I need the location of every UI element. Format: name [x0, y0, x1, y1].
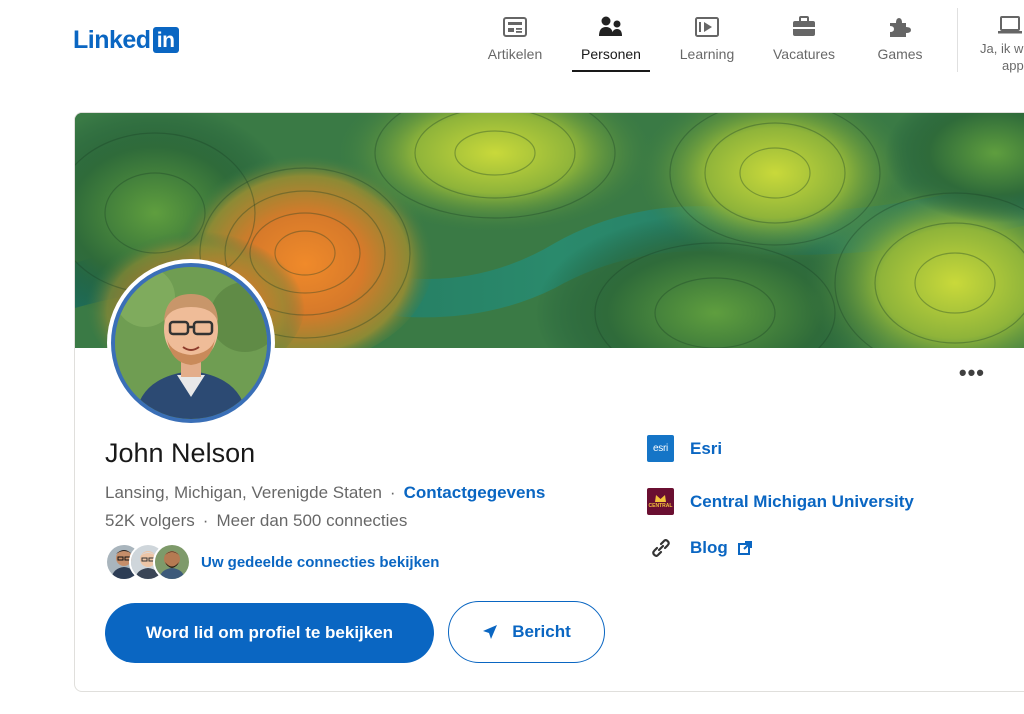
nav-app-line2: app: [1002, 58, 1024, 73]
nav-divider: [957, 8, 958, 72]
nav-label: Learning: [679, 46, 735, 62]
blog-link[interactable]: Blog: [647, 537, 752, 559]
laptop-icon: [970, 14, 1024, 40]
blog-label: Blog: [690, 538, 728, 557]
mutual-avatar: [153, 543, 191, 581]
cmu-crest-icon: [655, 495, 666, 502]
nav-label: Personen: [581, 46, 641, 62]
current-company[interactable]: esri Esri: [647, 435, 722, 462]
chain-link-icon: [647, 537, 674, 559]
mutual-avatars: [105, 543, 193, 581]
people-icon: [598, 14, 624, 40]
more-options-button[interactable]: •••: [959, 362, 985, 384]
nav-label: Games: [877, 46, 923, 62]
school-name: Central Michigan University: [690, 491, 914, 511]
puzzle-icon: [887, 14, 913, 40]
nav-get-app[interactable]: Ja, ik w app: [970, 8, 1024, 73]
stats-line: 52K volgers · Meer dan 500 connecties: [105, 511, 407, 531]
esri-logo-icon: esri: [647, 435, 674, 462]
nav-jobs[interactable]: Vacatures: [771, 8, 837, 72]
message-button[interactable]: Bericht: [448, 601, 605, 663]
nav-learning[interactable]: Learning: [677, 8, 737, 72]
external-link-icon: [737, 541, 752, 555]
cmu-logo-text: CENTRAL: [648, 503, 673, 509]
location-text: Lansing, Michigan, Verenigde Staten: [105, 483, 382, 502]
profile-card: ••• John Nelson Lansing, Michigan, Veren…: [74, 112, 1024, 692]
linkedin-logo[interactable]: Linked in: [73, 24, 179, 56]
nav-app-line1: Ja, ik w: [980, 41, 1024, 56]
nav-games[interactable]: Games: [875, 8, 925, 72]
mutual-connections[interactable]: Uw gedeelde connecties bekijken: [105, 543, 439, 581]
profile-name: John Nelson: [105, 438, 256, 468]
message-button-label: Bericht: [512, 622, 571, 641]
nav-label: Artikelen: [487, 46, 543, 62]
connections-count: Meer dan 500 connecties: [216, 511, 408, 530]
nav-articles[interactable]: Artikelen: [484, 8, 546, 72]
followers-count: 52K volgers: [105, 511, 195, 530]
nav-label: Vacatures: [773, 46, 835, 62]
separator-dot: ·: [202, 511, 209, 530]
cmu-logo-icon: CENTRAL: [647, 488, 674, 515]
contact-info-link[interactable]: Contactgegevens: [404, 483, 546, 502]
mutual-connections-link[interactable]: Uw gedeelde connecties bekijken: [201, 554, 439, 571]
send-icon: [482, 624, 498, 640]
briefcase-icon: [791, 14, 817, 40]
nav-people[interactable]: Personen: [572, 8, 650, 72]
education-school[interactable]: CENTRAL Central Michigan University: [647, 488, 914, 515]
top-nav-bar: Linked in Artikelen Personen Learning Va…: [0, 0, 1024, 76]
learning-icon: [694, 14, 720, 40]
location-line: Lansing, Michigan, Verenigde Staten · Cont…: [105, 483, 545, 503]
person-portrait-icon: [115, 267, 267, 419]
join-to-view-profile-button[interactable]: Word lid om profiel te bekijken: [105, 603, 434, 663]
active-tab-underline: [572, 70, 650, 72]
profile-photo[interactable]: [107, 259, 275, 427]
logo-word: Linked: [73, 25, 151, 54]
profile-photo-ring: [111, 263, 271, 423]
articles-icon: [502, 14, 528, 40]
company-name: Esri: [690, 438, 723, 458]
separator-dot: ·: [389, 483, 396, 502]
logo-in-box: in: [152, 27, 179, 53]
